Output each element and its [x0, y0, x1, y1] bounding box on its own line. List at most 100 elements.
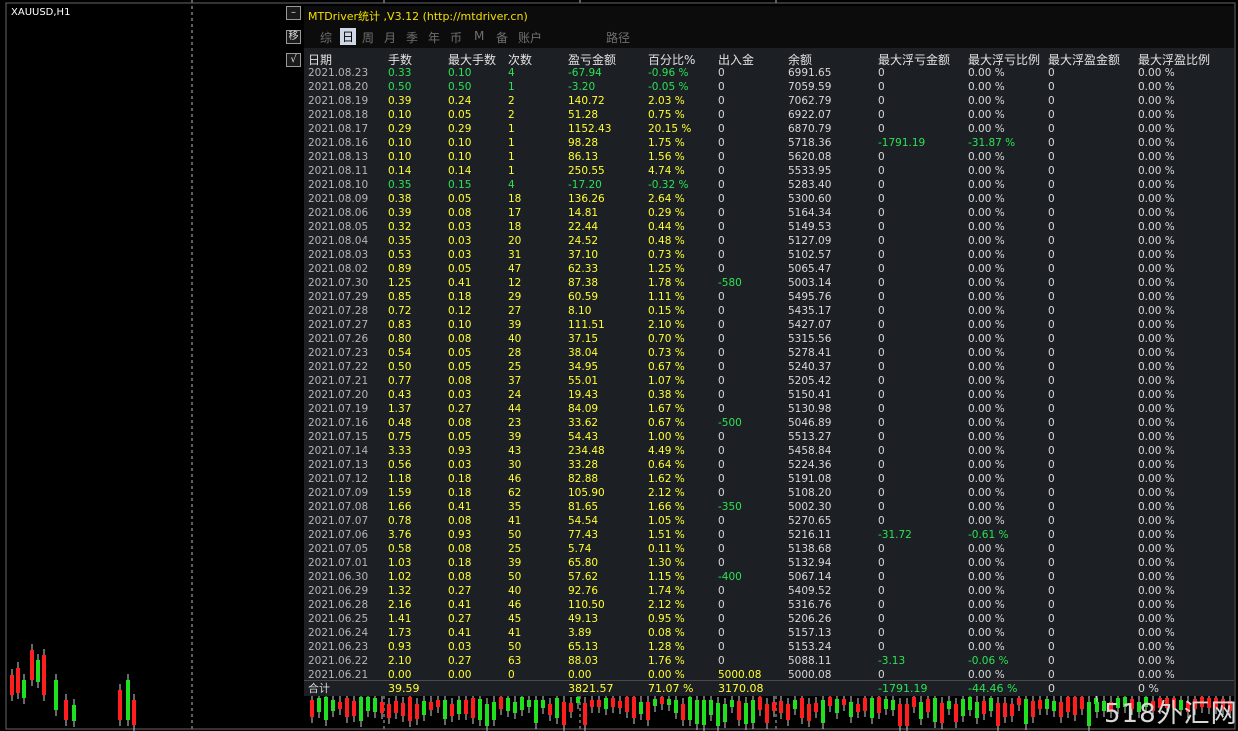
table-cell: 5127.09 [788, 235, 832, 247]
table-cell: 0.50 [388, 81, 412, 93]
table-cell: 0.95 % [648, 613, 685, 625]
tab-8[interactable]: 备 [496, 29, 508, 46]
table-cell: 0 [1048, 417, 1055, 429]
table-cell: 0.00 % [968, 67, 1005, 79]
table-cell: 0.00 % [968, 193, 1005, 205]
table-cell: 0.27 [448, 655, 472, 667]
candle-body [352, 701, 356, 716]
table-cell: 0.00 % [968, 501, 1005, 513]
table-cell: 0.80 [388, 333, 412, 345]
table-cell: 0 [878, 585, 885, 597]
table-cell: 82.88 [568, 473, 599, 485]
table-cell: 23 [508, 417, 522, 429]
table-cell: 0 [1048, 641, 1055, 653]
table-cell: 0 [1048, 263, 1055, 275]
table-cell: 0 [1048, 529, 1055, 541]
table-cell: 51.28 [568, 109, 599, 121]
table-cell: 136.26 [568, 193, 605, 205]
tab-0[interactable]: 综 [320, 29, 332, 46]
table-cell: 0 [718, 123, 725, 135]
table-cell: 0 [718, 641, 725, 653]
tab-5[interactable]: 年 [428, 29, 440, 46]
tab-7[interactable]: M [474, 29, 484, 43]
table-row: 2021.06.25 1.41 0.27 45 49.13 0.95 % 0 5206.26 0… [304, 612, 1234, 626]
table-cell: 55.01 [568, 375, 599, 387]
table-row: 2021.08.13 0.10 0.10 1 86.13 1.56 % 0 5620.08 0 0… [304, 150, 1234, 164]
table-cell: 31 [508, 249, 522, 261]
table-cell: 0.00 % [1138, 333, 1175, 345]
table-cell: 0 [718, 445, 725, 457]
table-cell: -17.20 [568, 179, 602, 191]
table-row: 2021.07.27 0.83 0.10 39 111.51 2.10 % 0 5427.07… [304, 318, 1234, 332]
tab-4[interactable]: 季 [406, 29, 418, 46]
table-cell: 0.00 % [968, 375, 1005, 387]
table-row: 2021.07.14 3.33 0.93 43 234.48 4.49 % 0 5458.84… [304, 444, 1234, 458]
total-row: 合计 39.59 3821.57 71.07 % 3170.08 -1791.19 -44.… [304, 682, 1234, 696]
period-tabs: 综日周月季年币 M 备账户 路径 [304, 28, 704, 45]
table-row: 2021.08.09 0.38 0.05 18 136.26 2.64 % 0 5300.60… [304, 192, 1234, 206]
tab-1[interactable]: 日 [340, 28, 357, 45]
table-cell: 0.00 % [1138, 347, 1175, 359]
candle-body [688, 697, 692, 720]
table-row: 2021.07.09 1.59 0.18 62 105.90 2.12 % 0 5108.20… [304, 486, 1234, 500]
candle-body [961, 699, 965, 716]
table-cell: 40 [508, 333, 522, 345]
move-button[interactable]: 移 [286, 30, 301, 44]
minimize-button[interactable]: – [286, 6, 301, 20]
table-cell: 0.00 % [1138, 655, 1175, 667]
table-cell: -500 [718, 417, 742, 429]
table-cell: 0 [718, 67, 725, 79]
table-cell: 0.00 % [1138, 585, 1175, 597]
table-row: 2021.07.08 1.66 0.41 35 81.65 1.66 % -350 5002.… [304, 500, 1234, 514]
tab-3[interactable]: 月 [384, 29, 396, 46]
table-cell: 2021.08.11 [308, 165, 369, 177]
table-cell: 0.10 [388, 151, 412, 163]
table-cell: 0 [1048, 95, 1055, 107]
table-cell: 0.38 % [648, 389, 685, 401]
table-cell: 41 [508, 515, 522, 527]
table-cell: 40 [508, 585, 522, 597]
table-cell: 0.00 % [968, 277, 1005, 289]
table-cell: 0 [1048, 571, 1055, 583]
tab-6[interactable]: 币 [450, 29, 462, 46]
tab-2[interactable]: 周 [362, 29, 374, 46]
table-cell: 0 [878, 613, 885, 625]
table-cell: 2021.07.28 [308, 305, 369, 317]
table-cell: 0 [878, 221, 885, 233]
table-cell: 0.00 % [1138, 305, 1175, 317]
table-cell: 0 [878, 445, 885, 457]
table-cell: 2021.06.30 [308, 571, 369, 583]
table-cell: 1.62 % [648, 473, 685, 485]
table-cell: 1 [508, 165, 515, 177]
candle-body [310, 700, 314, 717]
table-cell: 2021.08.13 [308, 151, 369, 163]
candle-body [373, 698, 377, 712]
table-cell: 41 [508, 627, 522, 639]
check-button[interactable]: √ [286, 53, 301, 67]
table-cell: 30 [508, 459, 522, 471]
table-cell: 0.00 % [1138, 179, 1175, 191]
table-cell: 2.12 % [648, 599, 685, 611]
table-cell: 0.00 % [1138, 67, 1175, 79]
table-cell: 0 [878, 81, 885, 93]
table-cell: 0.00 % [968, 249, 1005, 261]
table-cell: 0 [1048, 501, 1055, 513]
candle-body [401, 703, 405, 716]
table-cell: 0 [878, 249, 885, 261]
tab-9[interactable]: 账户 [518, 29, 542, 46]
table-cell: 0.10 [448, 137, 472, 149]
table-cell: 0 [878, 333, 885, 345]
table-cell: 1.66 % [648, 501, 685, 513]
candle-body [835, 699, 839, 713]
table-cell: 0 [718, 165, 725, 177]
table-cell: 0.35 [388, 179, 412, 191]
table-cell: 5409.52 [788, 585, 832, 597]
table-row: 2021.07.23 0.54 0.05 28 38.04 0.73 % 0 5278.41 0… [304, 346, 1234, 360]
table-cell: 2021.06.24 [308, 627, 369, 639]
table-cell: 1152.43 [568, 123, 612, 135]
candle-body [772, 702, 776, 711]
table-cell: 0.00 % [968, 473, 1005, 485]
table-cell: 0.73 % [648, 249, 685, 261]
table-cell: 0.05 [448, 361, 472, 373]
tab-10[interactable]: 路径 [606, 29, 630, 46]
